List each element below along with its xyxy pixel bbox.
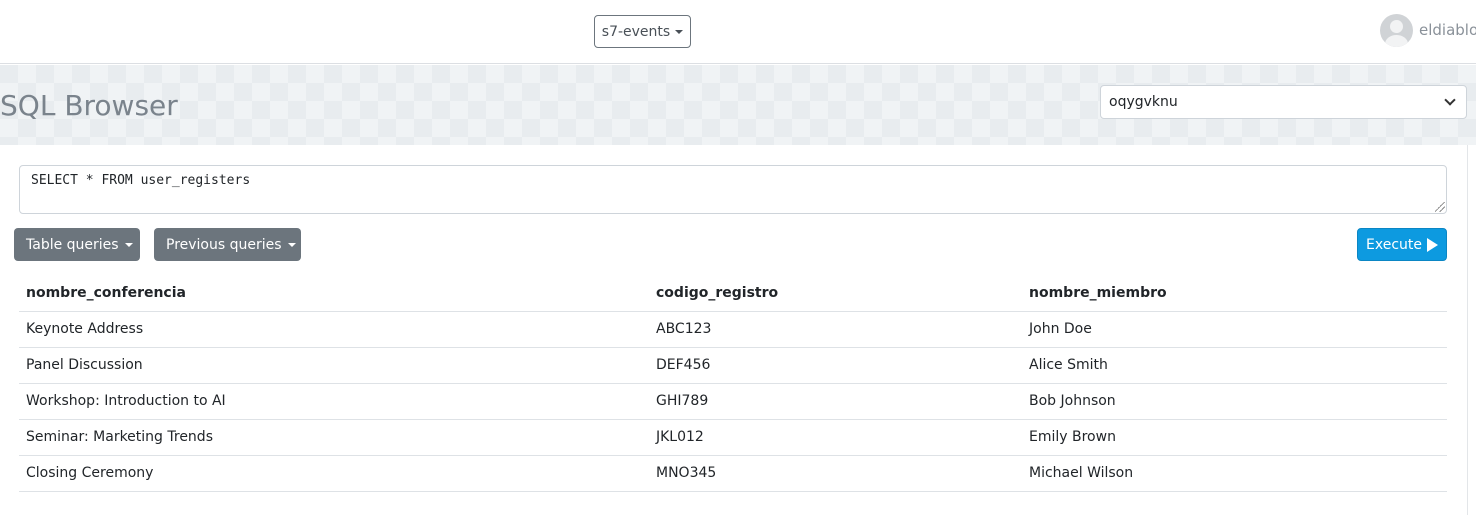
table-header-row: nombre_conferencia codigo_registro nombr… [19, 275, 1447, 312]
table-cell: Workshop: Introduction to AI [19, 383, 649, 420]
table-cell: Emily Brown [1022, 419, 1447, 456]
column-header: codigo_registro [649, 275, 1022, 312]
previous-queries-button[interactable]: Previous queries [154, 228, 301, 261]
column-header: nombre_miembro [1022, 275, 1447, 312]
table-cell: MNO345 [649, 455, 1022, 492]
play-icon [1427, 237, 1438, 252]
user-menu[interactable]: eldiablo [1380, 13, 1476, 47]
previous-queries-label: Previous queries [166, 236, 282, 253]
query-panel: SELECT * FROM user_registers Table queri… [0, 145, 1468, 515]
table-cell: John Doe [1022, 311, 1447, 348]
table-cell: DEF456 [649, 347, 1022, 384]
table-queries-button[interactable]: Table queries [14, 228, 140, 261]
table-cell: Seminar: Marketing Trends [19, 419, 649, 456]
table-cell: Panel Discussion [19, 347, 649, 384]
caret-down-icon [287, 242, 296, 247]
username: eldiablo [1419, 21, 1476, 39]
table-row: Closing Ceremony MNO345 Michael Wilson [19, 455, 1447, 492]
execute-button[interactable]: Execute [1357, 228, 1447, 261]
textarea-resize-handle[interactable] [1435, 202, 1445, 212]
top-navbar: s7-events eldiablo [0, 0, 1476, 64]
chevron-down-icon [1444, 94, 1456, 106]
database-select-value: oqygvknu [1109, 94, 1178, 110]
caret-down-icon [124, 242, 133, 247]
sql-query-input[interactable]: SELECT * FROM user_registers [19, 165, 1447, 214]
page-title: SQL Browser [0, 89, 178, 122]
table-cell: Alice Smith [1022, 347, 1447, 384]
page-header: SQL Browser oqygvknu [0, 65, 1476, 145]
table-cell: Closing Ceremony [19, 455, 649, 492]
table-cell: JKL012 [649, 419, 1022, 456]
table-row: Panel Discussion DEF456 Alice Smith [19, 347, 1447, 384]
project-selector-dropdown[interactable]: s7-events [594, 15, 691, 48]
execute-label: Execute [1366, 236, 1422, 253]
caret-down-icon [675, 29, 684, 34]
table-row: Keynote Address ABC123 John Doe [19, 311, 1447, 348]
table-row: Workshop: Introduction to AI GHI789 Bob … [19, 383, 1447, 420]
table-row: Seminar: Marketing Trends JKL012 Emily B… [19, 419, 1447, 456]
results-table: nombre_conferencia codigo_registro nombr… [19, 275, 1447, 492]
column-header: nombre_conferencia [19, 275, 649, 312]
user-avatar-icon [1380, 13, 1413, 47]
project-selector-label: s7-events [601, 23, 671, 40]
table-cell: Bob Johnson [1022, 383, 1447, 420]
table-cell: Keynote Address [19, 311, 649, 348]
table-queries-label: Table queries [26, 236, 119, 253]
database-select[interactable]: oqygvknu [1100, 85, 1467, 119]
table-cell: Michael Wilson [1022, 455, 1447, 492]
table-cell: ABC123 [649, 311, 1022, 348]
table-cell: GHI789 [649, 383, 1022, 420]
